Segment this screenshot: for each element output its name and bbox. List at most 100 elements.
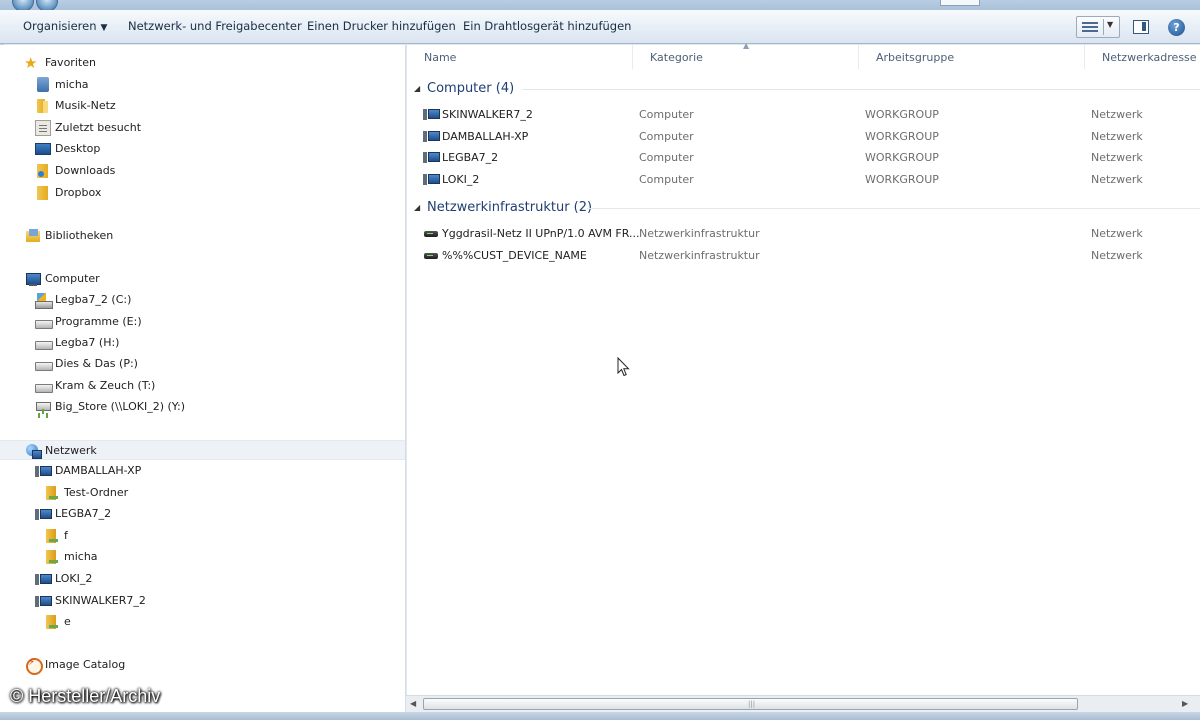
nav-drive-c[interactable]: Legba7_2 (C:) <box>0 290 405 310</box>
chevron-down-icon[interactable]: ▼ <box>1107 20 1113 29</box>
view-options-button[interactable]: ▼ <box>1076 16 1120 38</box>
nav-item-micha[interactable]: micha <box>0 75 405 95</box>
add-wireless-device-button[interactable]: Ein Drahtlosgerät hinzufügen <box>463 19 631 33</box>
computer-icon <box>423 149 440 165</box>
content-pane: Name Kategorie ▲ Arbeitsgruppe Netzwerka… <box>407 41 1200 715</box>
network-icon <box>25 443 42 459</box>
navigation-pane: ★ Favoriten micha Musik-Netz Zuletzt bes… <box>0 45 406 715</box>
image-catalog-icon <box>25 657 43 675</box>
cell-name: Yggdrasil-Netz II UPnP/1.0 AVM FR... <box>442 227 640 240</box>
nav-item-label: Test-Ordner <box>64 486 129 499</box>
nav-drive-t[interactable]: Kram & Zeuch (T:) <box>0 376 405 396</box>
cell-name: LOKI_2 <box>442 173 480 186</box>
nav-favorites-label: Favoriten <box>45 56 96 69</box>
drive-icon <box>35 378 53 394</box>
nav-libraries[interactable]: Bibliotheken <box>0 226 405 246</box>
nav-item-label: Programme (E:) <box>55 315 142 328</box>
nav-item-recent[interactable]: Zuletzt besucht <box>0 118 405 138</box>
group-header-network-infrastructure[interactable]: ◢ Netzwerkinfrastruktur (2) <box>407 197 1200 219</box>
nav-item-musik-netz[interactable]: Musik-Netz <box>0 96 405 116</box>
cell-workgroup: WORKGROUP <box>865 130 939 143</box>
nav-share-e[interactable]: e <box>0 612 405 632</box>
organize-button[interactable]: Organisieren ▼ <box>23 19 107 33</box>
network-center-button[interactable]: Netzwerk- und Freigabecenter <box>128 19 302 33</box>
cell-category: Computer <box>639 108 694 121</box>
nav-network[interactable]: Netzwerk <box>0 440 405 460</box>
help-icon[interactable]: ? <box>1168 19 1185 36</box>
star-icon: ★ <box>24 54 38 72</box>
nav-share-micha[interactable]: micha <box>0 547 405 567</box>
scroll-left-icon[interactable]: ◀ <box>410 699 416 708</box>
nav-item-label: LEGBA7_2 <box>55 507 112 520</box>
nav-share-test-ordner[interactable]: Test-Ordner <box>0 483 405 503</box>
column-header-name[interactable]: Name <box>407 45 633 69</box>
group-header-computer[interactable]: ◢ Computer (4) <box>407 78 1200 100</box>
nav-item-downloads[interactable]: Downloads <box>0 161 405 181</box>
system-drive-icon <box>35 292 53 309</box>
nav-image-catalog[interactable]: Image Catalog <box>0 655 405 675</box>
nav-drive-e[interactable]: Programme (E:) <box>0 312 405 332</box>
copyright-watermark: © Hersteller/Archiv <box>10 686 161 706</box>
nav-item-label: micha <box>64 550 98 563</box>
table-row[interactable]: DAMBALLAH-XP Computer WORKGROUP Netzwerk <box>407 126 1200 147</box>
drive-icon <box>35 335 53 351</box>
nav-item-label: f <box>64 529 68 542</box>
nav-item-label: Legba7 (H:) <box>55 336 120 349</box>
cell-address: Netzwerk <box>1091 130 1143 143</box>
table-row[interactable]: LEGBA7_2 Computer WORKGROUP Netzwerk <box>407 147 1200 168</box>
column-header-address[interactable]: Netzwerkadresse <box>1085 45 1200 69</box>
nav-item-dropbox[interactable]: Dropbox <box>0 183 405 203</box>
nav-computer[interactable]: Computer <box>0 269 405 289</box>
nav-network-skinwalker[interactable]: SKINWALKER7_2 <box>0 591 405 611</box>
nav-network-loki[interactable]: LOKI_2 <box>0 569 405 589</box>
desktop-icon <box>35 143 51 155</box>
table-row[interactable]: %%%CUST_DEVICE_NAME Netzwerkinfrastruktu… <box>407 245 1200 266</box>
nav-drive-p[interactable]: Dies & Das (P:) <box>0 354 405 374</box>
group-title: Computer (4) <box>427 81 515 96</box>
nav-drive-h[interactable]: Legba7 (H:) <box>0 333 405 353</box>
nav-item-label: Dropbox <box>55 186 102 199</box>
table-row[interactable]: LOKI_2 Computer WORKGROUP Netzwerk <box>407 169 1200 190</box>
nav-item-label: SKINWALKER7_2 <box>55 594 146 607</box>
command-bar: Organisieren ▼ Netzwerk- und Freigabecent… <box>0 10 1200 44</box>
chevron-down-icon: ▼ <box>100 23 108 33</box>
add-printer-button[interactable]: Einen Drucker hinzufügen <box>307 19 456 33</box>
computer-icon <box>423 171 440 187</box>
mouse-cursor-icon <box>617 357 630 377</box>
table-row[interactable]: SKINWALKER7_2 Computer WORKGROUP Netzwer… <box>407 104 1200 125</box>
column-header-workgroup[interactable]: Arbeitsgruppe <box>859 45 1085 69</box>
nav-network-legba[interactable]: LEGBA7_2 <box>0 504 405 524</box>
scroll-right-icon[interactable]: ▶ <box>1182 699 1188 708</box>
router-icon <box>423 225 439 241</box>
preview-pane-icon[interactable] <box>1133 20 1149 34</box>
view-button-separator <box>1103 19 1104 35</box>
scrollbar-thumb[interactable]: ||| <box>423 698 1078 710</box>
organize-label: Organisieren <box>23 19 97 33</box>
collapse-triangle-icon[interactable]: ◢ <box>414 203 420 212</box>
address-bar-edge[interactable] <box>940 0 980 6</box>
nav-network-damballah[interactable]: DAMBALLAH-XP <box>0 461 405 481</box>
collapse-triangle-icon[interactable]: ◢ <box>414 84 420 93</box>
shared-folder-icon <box>44 549 60 565</box>
cell-category: Netzwerkinfrastruktur <box>639 227 760 240</box>
nav-item-desktop[interactable]: Desktop <box>0 139 405 159</box>
nav-drive-y[interactable]: Big_Store (\\LOKI_2) (Y:) <box>0 397 405 417</box>
window-bottom-edge <box>0 712 1200 720</box>
horizontal-scrollbar[interactable]: ◀ ||| ▶ <box>406 695 1200 712</box>
nav-item-label: micha <box>55 78 89 91</box>
nav-item-label: e <box>64 615 71 628</box>
downloads-folder-icon <box>35 163 51 179</box>
nav-share-f[interactable]: f <box>0 526 405 546</box>
computer-icon <box>25 271 41 287</box>
computer-icon <box>423 128 440 144</box>
table-row[interactable]: Yggdrasil-Netz II UPnP/1.0 AVM FR... Net… <box>407 223 1200 244</box>
nav-item-label: Zuletzt besucht <box>55 121 142 134</box>
nav-favorites[interactable]: ★ Favoriten <box>0 53 405 73</box>
user-folder-icon <box>37 77 49 92</box>
cell-name: DAMBALLAH-XP <box>442 130 529 143</box>
nav-network-label: Netzwerk <box>45 444 97 457</box>
computer-icon <box>35 506 52 522</box>
cell-workgroup: WORKGROUP <box>865 173 939 186</box>
cell-name: %%%CUST_DEVICE_NAME <box>442 249 587 262</box>
nav-item-label: Dies & Das (P:) <box>55 357 138 370</box>
